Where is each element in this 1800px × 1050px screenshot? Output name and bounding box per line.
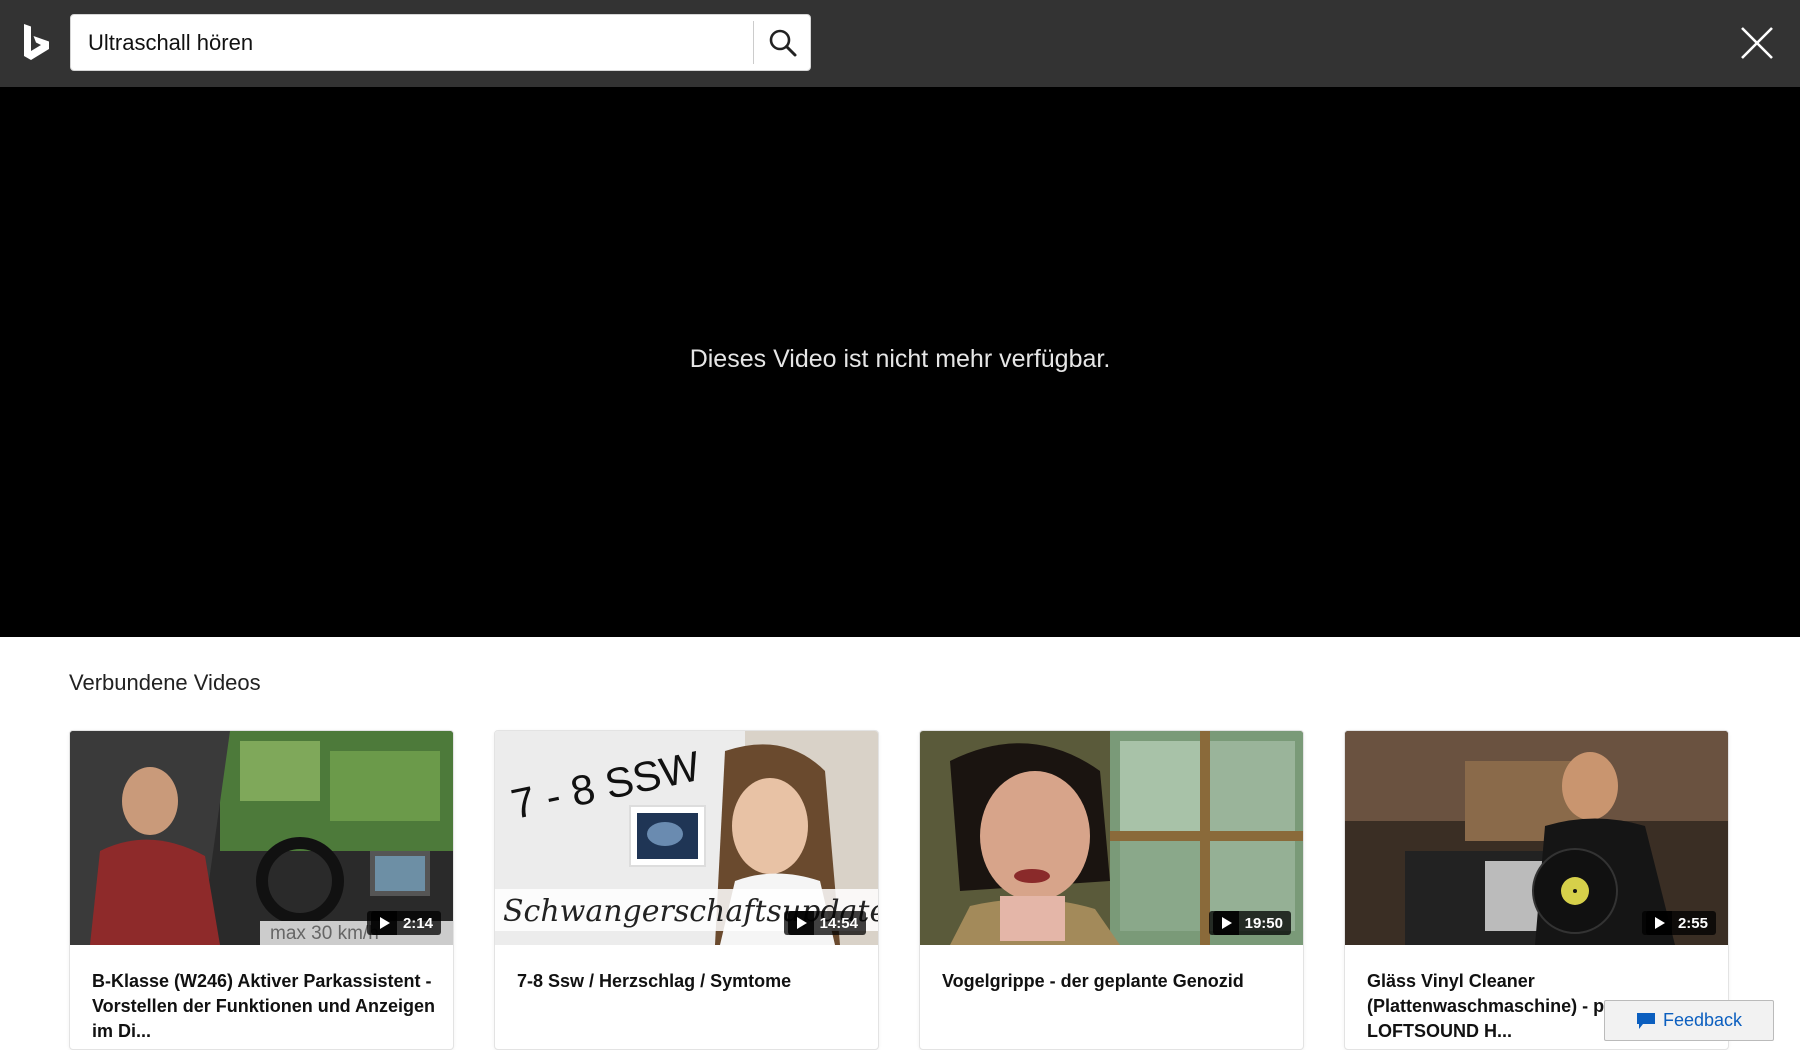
video-title[interactable]: B-Klasse (W246) Aktiver Parkassistent - …	[92, 969, 437, 1044]
video-thumbnail[interactable]: 19:50	[920, 731, 1303, 945]
related-videos-heading: Verbundene Videos	[69, 670, 261, 695]
video-card[interactable]: max 30 km/h 2:14 B-Klasse (W246) Aktiver…	[69, 730, 454, 1050]
video-title[interactable]: 7-8 Ssw / Herzschlag / Symtome	[517, 969, 862, 994]
video-player[interactable]: Dieses Video ist nicht mehr verfügbar.	[0, 87, 1800, 637]
play-icon	[787, 911, 814, 935]
feedback-button[interactable]: Feedback	[1604, 1000, 1774, 1041]
related-videos-list: max 30 km/h 2:14 B-Klasse (W246) Aktiver…	[69, 730, 1731, 1050]
feedback-label: Feedback	[1663, 1010, 1743, 1030]
duration-text: 2:14	[402, 914, 433, 932]
search-divider	[753, 21, 754, 64]
duration-badge: 2:14	[366, 911, 441, 935]
duration-badge: 14:54	[783, 911, 866, 935]
close-icon[interactable]	[1738, 24, 1776, 62]
search-input[interactable]	[88, 27, 748, 59]
video-thumbnail[interactable]: 7 - 8 SSW Schwangerschaftsupdate 14:54	[495, 731, 878, 945]
duration-badge: 2:55	[1641, 911, 1716, 935]
duration-text: 2:55	[1677, 914, 1708, 932]
top-bar	[0, 0, 1800, 87]
search-button[interactable]	[755, 15, 811, 70]
video-thumbnail[interactable]: 2:55	[1345, 731, 1728, 945]
play-icon	[1645, 911, 1672, 935]
video-thumbnail[interactable]: max 30 km/h 2:14	[70, 731, 453, 945]
duration-badge: 19:50	[1208, 911, 1291, 935]
video-card[interactable]: 7 - 8 SSW Schwangerschaftsupdate 14:54 7…	[494, 730, 879, 1050]
duration-text: 19:50	[1244, 914, 1283, 932]
search-box	[70, 14, 811, 71]
video-card[interactable]: 19:50 Vogelgrippe - der geplante Genozid	[919, 730, 1304, 1050]
video-title[interactable]: Vogelgrippe - der geplante Genozid	[942, 969, 1287, 994]
bing-logo-icon[interactable]	[22, 24, 52, 64]
unavailable-message: Dieses Video ist nicht mehr verfügbar.	[689, 345, 1111, 373]
duration-text: 14:54	[819, 914, 858, 932]
play-icon	[1212, 911, 1239, 935]
play-icon	[370, 911, 397, 935]
speech-bubble-icon	[1637, 1013, 1655, 1029]
thumbnail-overlay-text: max 30 km/h	[270, 923, 379, 944]
search-icon	[769, 29, 797, 56]
